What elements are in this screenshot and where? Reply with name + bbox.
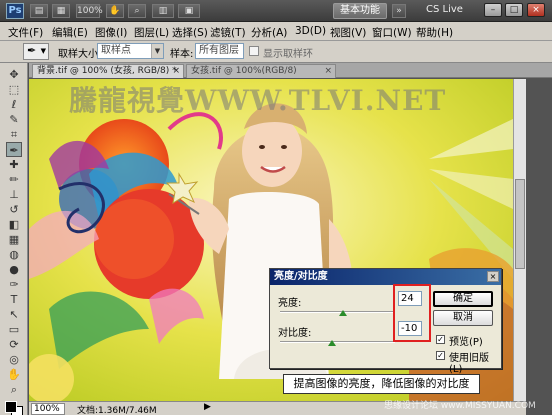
zoom-field[interactable]: 100% bbox=[31, 403, 65, 415]
type-icon[interactable]: T bbox=[6, 292, 22, 307]
contrast-label: 对比度: bbox=[278, 328, 312, 339]
dialog-title: 亮度/对比度 bbox=[270, 269, 501, 285]
zoom-icon[interactable]: ⌕ bbox=[128, 4, 146, 18]
legacy-checkbox[interactable]: ✓ bbox=[436, 351, 445, 360]
cancel-button[interactable]: 取消 bbox=[433, 310, 493, 326]
menu-select[interactable]: 选择(S) bbox=[172, 25, 208, 40]
highlight-box bbox=[393, 284, 431, 342]
close-icon[interactable]: × bbox=[172, 65, 180, 78]
gradient-icon[interactable]: ▦ bbox=[6, 232, 22, 247]
path-select-icon[interactable]: ↖ bbox=[6, 307, 22, 322]
watermark-text: 騰龍視覺WWW.TLVI.NET bbox=[69, 84, 447, 117]
status-menu-icon[interactable]: ▶ bbox=[204, 402, 211, 412]
brightness-label: 亮度: bbox=[278, 298, 302, 309]
vertical-scrollbar[interactable] bbox=[513, 79, 526, 401]
legacy-label: 使用旧版(L) bbox=[449, 353, 489, 375]
show-ring-label: 显示取样环 bbox=[263, 49, 313, 60]
annotation-callout: 提高图像的亮度，降低图像的对比度 bbox=[283, 374, 480, 394]
sample-size-value: 取样点 bbox=[101, 45, 131, 56]
sample-size-label: 取样大小: bbox=[58, 49, 102, 60]
brightness-slider-thumb[interactable] bbox=[339, 310, 348, 316]
shape-icon[interactable]: ▭ bbox=[6, 322, 22, 337]
screen-mode-icon[interactable]: ▣ bbox=[178, 4, 200, 18]
close-button[interactable]: × bbox=[527, 3, 545, 17]
pen-icon[interactable]: ✑ bbox=[6, 277, 22, 292]
photoshop-logo: Ps bbox=[6, 3, 24, 19]
brush-icon[interactable]: ✏ bbox=[6, 172, 22, 187]
toolbox: ✥ ⬚ ℓ ✎ ⌗ ✒ ✚ ✏ ⊥ ↺ ◧ ▦ ◍ ● ✑ T ↖ ▭ ⟳ ◎ ✋ ⌕ bbox=[0, 63, 28, 415]
tab-background-doc[interactable]: 背景.tif @ 100% (女孩, RGB/8) * × bbox=[32, 64, 184, 78]
sample-size-select[interactable]: 取样点 ▼ bbox=[97, 43, 164, 59]
quick-select-icon[interactable]: ✎ bbox=[6, 112, 22, 127]
document-size: 文档:1.36M/7.46M bbox=[77, 406, 157, 415]
menu-edit[interactable]: 编辑(E) bbox=[52, 25, 88, 40]
preview-label: 预览(P) bbox=[449, 337, 483, 348]
dodge-icon[interactable]: ● bbox=[6, 262, 22, 277]
sample-label: 样本: bbox=[170, 49, 194, 60]
sample-value: 所有图层 bbox=[199, 45, 239, 56]
options-bar: ✒ ▼ 取样大小: 取样点 ▼ 样本: 所有图层 显示取样环 bbox=[0, 41, 552, 63]
dialog-title-text: 亮度/对比度 bbox=[274, 271, 328, 282]
brightness-contrast-dialog: 亮度/对比度 × 亮度: 24 对比度: -10 确定 取消 ✓ 预览(P) ✓… bbox=[269, 268, 502, 375]
lasso-icon[interactable]: ℓ bbox=[6, 97, 22, 112]
history-brush-icon[interactable]: ↺ bbox=[6, 202, 22, 217]
foreground-color-swatch[interactable] bbox=[5, 401, 17, 413]
tab-label: 背景.tif @ 100% (女孩, RGB/8) * bbox=[37, 66, 177, 76]
menu-3d[interactable]: 3D(D) bbox=[295, 25, 326, 37]
marquee-icon[interactable]: ⬚ bbox=[6, 82, 22, 97]
contrast-slider-thumb[interactable] bbox=[327, 340, 336, 346]
stamp-icon[interactable]: ⊥ bbox=[6, 187, 22, 202]
menu-help[interactable]: 帮助(H) bbox=[416, 25, 453, 40]
scrollbar-thumb[interactable] bbox=[515, 179, 525, 269]
crop-icon[interactable]: ⌗ bbox=[6, 127, 22, 142]
tab-label: 女孩.tif @ 100%(RGB/8) bbox=[191, 66, 297, 76]
menu-window[interactable]: 窗口(W) bbox=[372, 25, 412, 40]
close-icon[interactable]: × bbox=[324, 65, 332, 78]
contrast-slider[interactable] bbox=[280, 341, 395, 343]
chevron-down-icon: ▼ bbox=[40, 47, 46, 55]
eraser-icon[interactable]: ◧ bbox=[6, 217, 22, 232]
workspace-menu-icon[interactable]: » bbox=[392, 4, 406, 18]
maximize-button[interactable]: □ bbox=[505, 3, 523, 17]
workspace-button[interactable]: 基本功能 bbox=[333, 3, 387, 19]
3d-orbit-icon[interactable]: ◎ bbox=[6, 352, 22, 367]
document-tabs: 背景.tif @ 100% (女孩, RGB/8) * × 女孩.tif @ 1… bbox=[29, 63, 552, 78]
arrange-documents-icon[interactable]: ▥ bbox=[152, 4, 174, 18]
chevron-down-icon: ▼ bbox=[151, 44, 163, 58]
zoom-icon[interactable]: ⌕ bbox=[6, 382, 22, 397]
show-ring-checkbox[interactable] bbox=[249, 46, 259, 56]
eyedropper-icon[interactable]: ✒ bbox=[6, 142, 22, 157]
menu-image[interactable]: 图像(I) bbox=[95, 25, 127, 40]
panel-dock bbox=[526, 79, 552, 415]
menu-view[interactable]: 视图(V) bbox=[330, 25, 366, 40]
mini-bridge-icon[interactable]: ▦ bbox=[52, 4, 70, 18]
cs-live-button[interactable]: CS Live bbox=[426, 4, 463, 15]
menu-filter[interactable]: 滤镜(T) bbox=[210, 25, 246, 40]
dialog-close-button[interactable]: × bbox=[487, 271, 499, 282]
eyedropper-icon: ✒ bbox=[27, 44, 37, 57]
ok-button[interactable]: 确定 bbox=[433, 291, 493, 307]
brightness-slider[interactable] bbox=[280, 311, 395, 313]
sample-select[interactable]: 所有图层 bbox=[195, 43, 244, 59]
hand-icon[interactable]: ✋ bbox=[106, 4, 124, 18]
tool-preset-picker[interactable]: ✒ ▼ bbox=[23, 43, 49, 60]
move-icon[interactable]: ✥ bbox=[6, 67, 22, 82]
zoom-level-button[interactable]: 100% bbox=[76, 4, 103, 18]
3d-rotate-icon[interactable]: ⟳ bbox=[6, 337, 22, 352]
healing-icon[interactable]: ✚ bbox=[6, 157, 22, 172]
menu-bar: 文件(F) 编辑(E) 图像(I) 图层(L) 选择(S) 滤镜(T) 分析(A… bbox=[0, 22, 552, 41]
menu-layer[interactable]: 图层(L) bbox=[134, 25, 169, 40]
blur-icon[interactable]: ◍ bbox=[6, 247, 22, 262]
site-watermark: 思缘设计论坛 www.MISSYUAN.COM bbox=[384, 401, 536, 411]
menu-file[interactable]: 文件(F) bbox=[8, 25, 43, 40]
hand-icon[interactable]: ✋ bbox=[6, 367, 22, 382]
minimize-button[interactable]: – bbox=[484, 3, 502, 17]
tab-girl-doc[interactable]: 女孩.tif @ 100%(RGB/8) × bbox=[186, 64, 336, 78]
title-bar: Ps ▤ ▦ 100% ✋ ⌕ ▥ ▣ 基本功能 » CS Live – □ × bbox=[0, 0, 552, 22]
bridge-icon[interactable]: ▤ bbox=[30, 4, 48, 18]
menu-analysis[interactable]: 分析(A) bbox=[251, 25, 287, 40]
preview-checkbox[interactable]: ✓ bbox=[436, 335, 445, 344]
